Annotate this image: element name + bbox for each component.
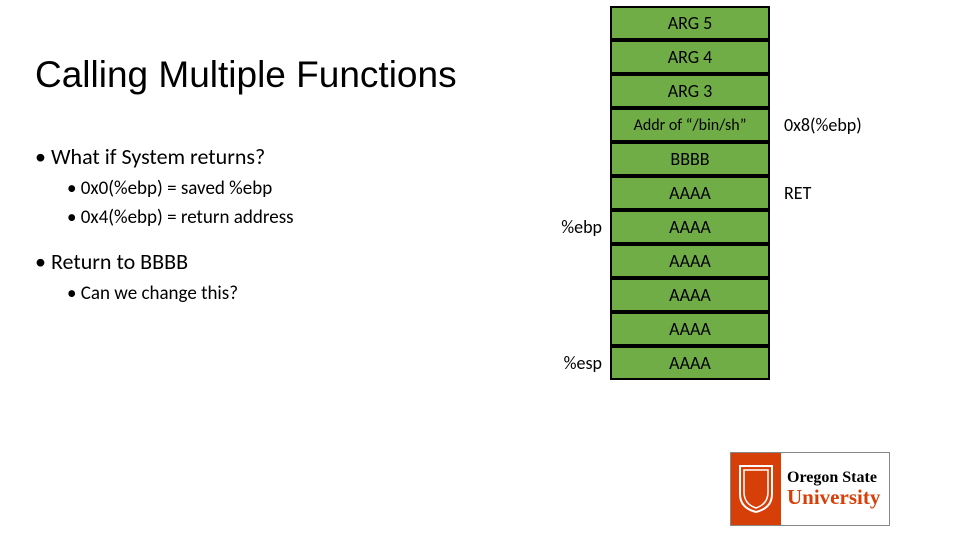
stack-row: %esp AAAA (610, 346, 770, 380)
bullet-q1a-text: 0x0(%ebp) = saved %ebp (81, 177, 272, 200)
bullet-q2-text: Return to BBBB (51, 248, 188, 275)
stack-cell: AAAA (610, 278, 770, 312)
stack-row: AAAA RET (610, 176, 770, 210)
bullet-q2a: • Can we change this? (67, 281, 294, 307)
stack-diagram: ARG 5 ARG 4 ARG 3 Addr of “/bin/sh” 0x8(… (610, 6, 770, 380)
stack-row: AAAA (610, 244, 770, 278)
stack-row: BBBB (610, 142, 770, 176)
stack-row-right (778, 244, 784, 278)
stack-cell: AAAA (610, 346, 770, 380)
stack-row-right (778, 40, 784, 74)
stack-row: ARG 3 (610, 74, 770, 108)
stack-row: Addr of “/bin/sh” 0x8(%ebp) (610, 108, 770, 142)
osu-logo-line2: University (787, 485, 889, 510)
stack-row-right: RET (778, 176, 811, 210)
bullet-q1b: • 0x4(%ebp) = return address (67, 205, 294, 231)
stack-cell: BBBB (610, 142, 770, 176)
stack-row-right (778, 278, 784, 312)
stack-row-right (778, 142, 784, 176)
stack-cell: ARG 5 (610, 6, 770, 40)
stack-cell: ARG 4 (610, 40, 770, 74)
osu-shield-icon (731, 453, 781, 525)
stack-row-left: %esp (564, 346, 602, 380)
stack-row-right (778, 346, 784, 380)
bullet-q1a: • 0x0(%ebp) = saved %ebp (67, 176, 294, 202)
stack-cell: AAAA (610, 244, 770, 278)
bullet-q1b-text: 0x4(%ebp) = return address (81, 206, 294, 229)
stack-cell: ARG 3 (610, 74, 770, 108)
stack-row: AAAA (610, 278, 770, 312)
stack-row-right (778, 74, 784, 108)
stack-row-left: %ebp (561, 210, 602, 244)
bullet-q1: • What if System returns? (35, 142, 294, 172)
stack-row: AAAA (610, 312, 770, 346)
stack-cell: AAAA (610, 176, 770, 210)
body-text: • What if System returns? • 0x0(%ebp) = … (35, 142, 294, 306)
stack-cell: AAAA (610, 312, 770, 346)
slide-title: Calling Multiple Functions (35, 54, 457, 96)
stack-row-right (778, 6, 784, 40)
osu-logo: Oregon State University (730, 452, 890, 526)
bullet-q2a-text: Can we change this? (81, 282, 238, 305)
osu-logo-text: Oregon State University (781, 453, 889, 525)
stack-row-right: 0x8(%ebp) (778, 108, 862, 142)
stack-row-right (778, 312, 784, 346)
bullet-q1-text: What if System returns? (51, 143, 265, 170)
bullet-q2: • Return to BBBB (35, 247, 294, 277)
stack-row-right (778, 210, 784, 244)
stack-cell: Addr of “/bin/sh” (610, 108, 770, 142)
stack-cell: AAAA (610, 210, 770, 244)
stack-row: ARG 4 (610, 40, 770, 74)
stack-row: %ebp AAAA (610, 210, 770, 244)
stack-row: ARG 5 (610, 6, 770, 40)
